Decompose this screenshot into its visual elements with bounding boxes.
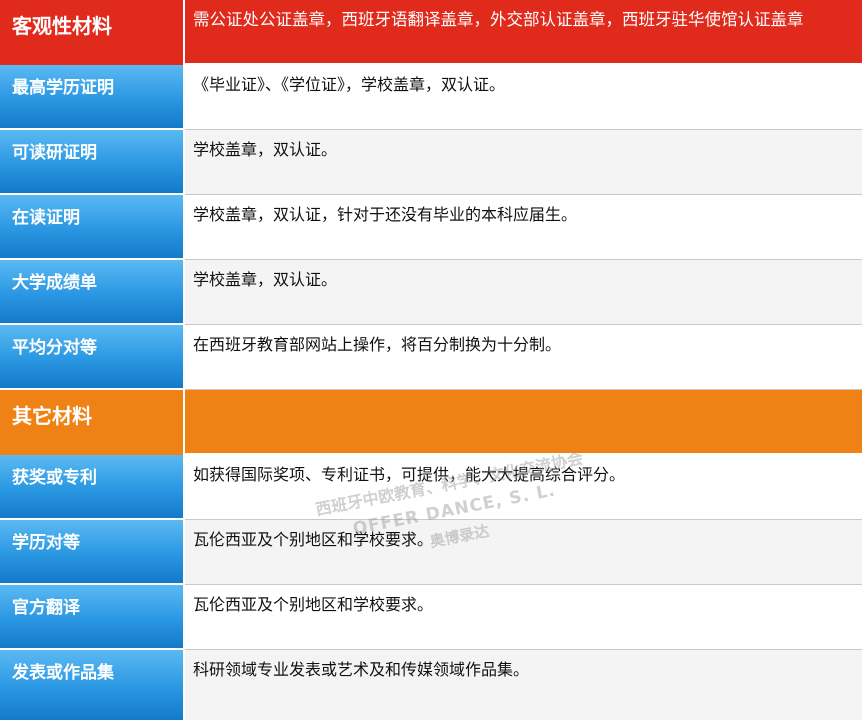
row-value: 《毕业证》、《学位证》，学校盖章，双认证。 xyxy=(185,65,862,130)
section-header-other: 其它材料 xyxy=(0,390,862,455)
row-label: 学历对等 xyxy=(0,520,185,585)
table-row: 可读研证明 学校盖章，双认证。 xyxy=(0,130,862,195)
section-header-objective: 客观性材料 需公证处公证盖章，西班牙语翻译盖章，外交部认证盖章，西班牙驻华使馆认… xyxy=(0,0,862,65)
row-value: 在西班牙教育部网站上操作，将百分制换为十分制。 xyxy=(185,325,862,390)
row-label: 平均分对等 xyxy=(0,325,185,390)
row-value: 瓦伦西亚及个别地区和学校要求。 xyxy=(185,520,862,585)
row-value: 科研领域专业发表或艺术及和传媒领域作品集。 xyxy=(185,650,862,720)
row-value: 学校盖章，双认证，针对于还没有毕业的本科应届生。 xyxy=(185,195,862,260)
section-note: 需公证处公证盖章，西班牙语翻译盖章，外交部认证盖章，西班牙驻华使馆认证盖章 xyxy=(185,0,862,65)
row-label: 最高学历证明 xyxy=(0,65,185,130)
row-label: 可读研证明 xyxy=(0,130,185,195)
table-row: 平均分对等 在西班牙教育部网站上操作，将百分制换为十分制。 xyxy=(0,325,862,390)
row-label: 获奖或专利 xyxy=(0,455,185,520)
table-row: 大学成绩单 学校盖章，双认证。 xyxy=(0,260,862,325)
row-value: 学校盖章，双认证。 xyxy=(185,260,862,325)
row-label: 官方翻译 xyxy=(0,585,185,650)
table-row: 最高学历证明 《毕业证》、《学位证》，学校盖章，双认证。 xyxy=(0,65,862,130)
row-label: 发表或作品集 xyxy=(0,650,185,720)
row-label: 在读证明 xyxy=(0,195,185,260)
table-row: 发表或作品集 科研领域专业发表或艺术及和传媒领域作品集。 xyxy=(0,650,862,720)
table-row: 获奖或专利 如获得国际奖项、专利证书，可提供，能大大提高综合评分。 xyxy=(0,455,862,520)
row-value: 学校盖章，双认证。 xyxy=(185,130,862,195)
table-row: 在读证明 学校盖章，双认证，针对于还没有毕业的本科应届生。 xyxy=(0,195,862,260)
section-title: 客观性材料 xyxy=(0,0,185,65)
table-row: 官方翻译 瓦伦西亚及个别地区和学校要求。 xyxy=(0,585,862,650)
section-note xyxy=(185,390,862,455)
row-label: 大学成绩单 xyxy=(0,260,185,325)
row-value: 如获得国际奖项、专利证书，可提供，能大大提高综合评分。 xyxy=(185,455,862,520)
section-title: 其它材料 xyxy=(0,390,185,455)
table-row: 学历对等 瓦伦西亚及个别地区和学校要求。 xyxy=(0,520,862,585)
row-value: 瓦伦西亚及个别地区和学校要求。 xyxy=(185,585,862,650)
